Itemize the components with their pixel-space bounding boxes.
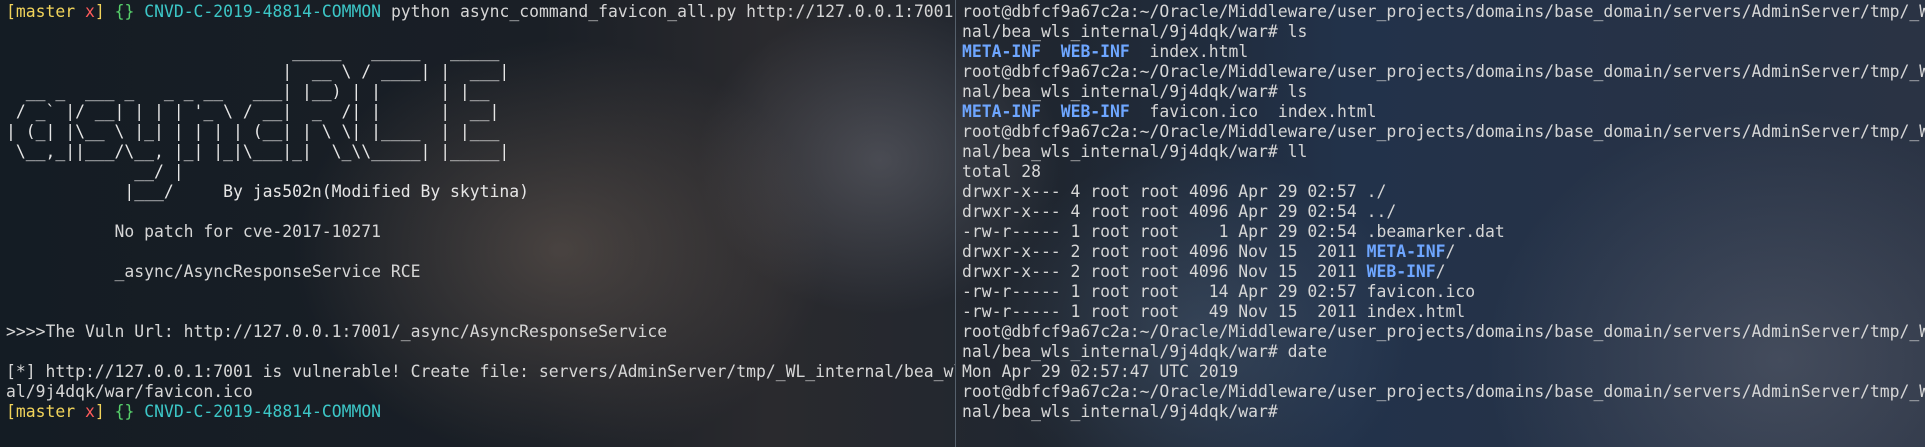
file-entry: favicon.ico [1149,102,1259,121]
prompt-path-end: nal/bea_wls_internal/9j4dqk/war# [962,82,1278,101]
current-directory: CNVD-C-2019-48814-COMMON [144,402,382,421]
shell-prompt-line: [master x] {} CNVD-C-2019-48814-COMMON p… [6,2,955,22]
ll-row: -rw-r----- 1 root root 14 Apr 29 02:57 f… [962,282,1925,302]
file-entry: index.html [1149,42,1249,61]
dir-entry: WEB-INF [1060,42,1130,61]
git-dirty-marker: x [84,2,95,21]
prompt-braces: {} [114,402,135,421]
command-ll: ll [1277,142,1308,161]
dir-entry: WEB-INF [1060,102,1130,121]
ll-row-meta: drwxr-x--- 2 root root 4096 Nov 15 2011 [962,242,1367,261]
vuln-url-text: >>>>The Vuln Url: http://127.0.0.1:7001/… [6,322,668,341]
ll-row: -rw-r----- 1 root root 49 Nov 15 2011 in… [962,302,1925,322]
ll-row-name: favicon.ico [1366,282,1476,301]
git-branch-name: master [15,402,76,421]
rce-title-text: _async/AsyncResponseService RCE [6,262,421,281]
git-branch-name: master [15,2,76,21]
prompt-path-end: nal/bea_wls_internal/9j4dqk/war# [962,342,1278,361]
command-text: python async_command_favicon_all.py http… [390,2,954,21]
terminal-screen: [master x] {} CNVD-C-2019-48814-COMMON p… [0,0,1925,447]
asyncrce-ascii-banner: _____ _____ _____ | __ \ / ____| | ___| … [6,42,530,201]
ll-row: drwxr-x--- 4 root root 4096 Apr 29 02:57… [962,182,1925,202]
prompt-path-end: nal/bea_wls_internal/9j4dqk/war# [962,142,1278,161]
ls-output-2: META-INF WEB-INF favicon.ico index.html [962,102,1925,122]
ll-row-name: ../ [1366,202,1397,221]
ll-row-meta: drwxr-x--- 2 root root 4096 Nov 15 2011 [962,262,1367,281]
root-prompt-line-a: root@dbfcf9a67c2a:~/Oracle/Middleware/us… [962,122,1925,141]
ll-row: drwxr-x--- 2 root root 4096 Nov 15 2011 … [962,242,1456,261]
ll-row-name: index.html [1366,302,1466,321]
root-prompt-line-b: nal/bea_wls_internal/9j4dqk/war# ls [962,22,1925,42]
ll-row-meta: drwxr-x--- 4 root root 4096 Apr 29 02:54 [962,202,1367,221]
root-prompt-line-a: root@dbfcf9a67c2a:~/Oracle/Middleware/us… [962,382,1925,401]
ll-total: total 28 [962,162,1041,181]
root-prompt-line-b: nal/bea_wls_internal/9j4dqk/war# ll [962,142,1925,162]
result-line-2: al/9j4dqk/war/favicon.ico [6,382,253,401]
ll-row-name: .beamarker.dat [1366,222,1505,241]
ll-row: drwxr-x--- 2 root root 4096 Nov 15 2011 … [962,262,1446,281]
ll-row: -rw-r----- 1 root root 1 Apr 29 02:54 .b… [962,222,1925,242]
root-prompt-line-a: root@dbfcf9a67c2a:~/Oracle/Middleware/us… [962,322,1925,341]
result-line-1: [*] http://127.0.0.1:7001 is vulnerable!… [6,362,955,381]
prompt-path-end: nal/bea_wls_internal/9j4dqk/war# [962,402,1278,421]
terminal-pane-left[interactable]: [master x] {} CNVD-C-2019-48814-COMMON p… [0,0,955,447]
ll-row-name: ./ [1366,182,1387,201]
ll-row-name: META-INF [1366,242,1446,261]
branch-bracket-close: ] [94,402,105,421]
ll-row-meta: drwxr-x--- 4 root root 4096 Apr 29 02:57 [962,182,1367,201]
file-entry: index.html [1277,102,1377,121]
no-patch-text: No patch for cve-2017-10271 [6,222,381,241]
ll-row-name: WEB-INF [1366,262,1436,281]
command-ls: ls [1277,82,1308,101]
ls-output-1: META-INF WEB-INF index.html [962,42,1925,62]
root-prompt-line-a: root@dbfcf9a67c2a:~/Oracle/Middleware/us… [962,62,1925,81]
git-dirty-marker: x [84,402,95,421]
command-ls: ls [1277,22,1308,41]
ll-row: drwxr-x--- 4 root root 4096 Apr 29 02:54… [962,202,1925,222]
terminal-cursor[interactable] [1278,403,1288,421]
shell-prompt-line-2: [master x] {} CNVD-C-2019-48814-COMMON [6,402,955,422]
dir-entry: META-INF [962,102,1041,121]
ll-row-meta: -rw-r----- 1 root root 49 Nov 15 2011 [962,302,1367,321]
root-prompt-line-b: nal/bea_wls_internal/9j4dqk/war# ls [962,82,1925,102]
command-date: date [1277,342,1328,361]
branch-bracket-open: [ [6,402,16,421]
root-prompt-line-a: root@dbfcf9a67c2a:~/Oracle/Middleware/us… [962,2,1925,21]
date-output: Mon Apr 29 02:57:47 UTC 2019 [962,362,1239,381]
dir-entry: META-INF [962,42,1041,61]
current-directory: CNVD-C-2019-48814-COMMON [144,2,382,21]
prompt-path-end: nal/bea_wls_internal/9j4dqk/war# [962,22,1278,41]
root-prompt-line-b: nal/bea_wls_internal/9j4dqk/war# date [962,342,1925,362]
prompt-braces: {} [114,2,135,21]
root-prompt-line-b: nal/bea_wls_internal/9j4dqk/war# [962,402,1925,422]
branch-bracket-open: [ [6,2,16,21]
ll-row-meta: -rw-r----- 1 root root 14 Apr 29 02:57 [962,282,1367,301]
terminal-pane-right[interactable]: root@dbfcf9a67c2a:~/Oracle/Middleware/us… [956,0,1925,447]
ll-row-meta: -rw-r----- 1 root root 1 Apr 29 02:54 [962,222,1367,241]
branch-bracket-close: ] [94,2,105,21]
